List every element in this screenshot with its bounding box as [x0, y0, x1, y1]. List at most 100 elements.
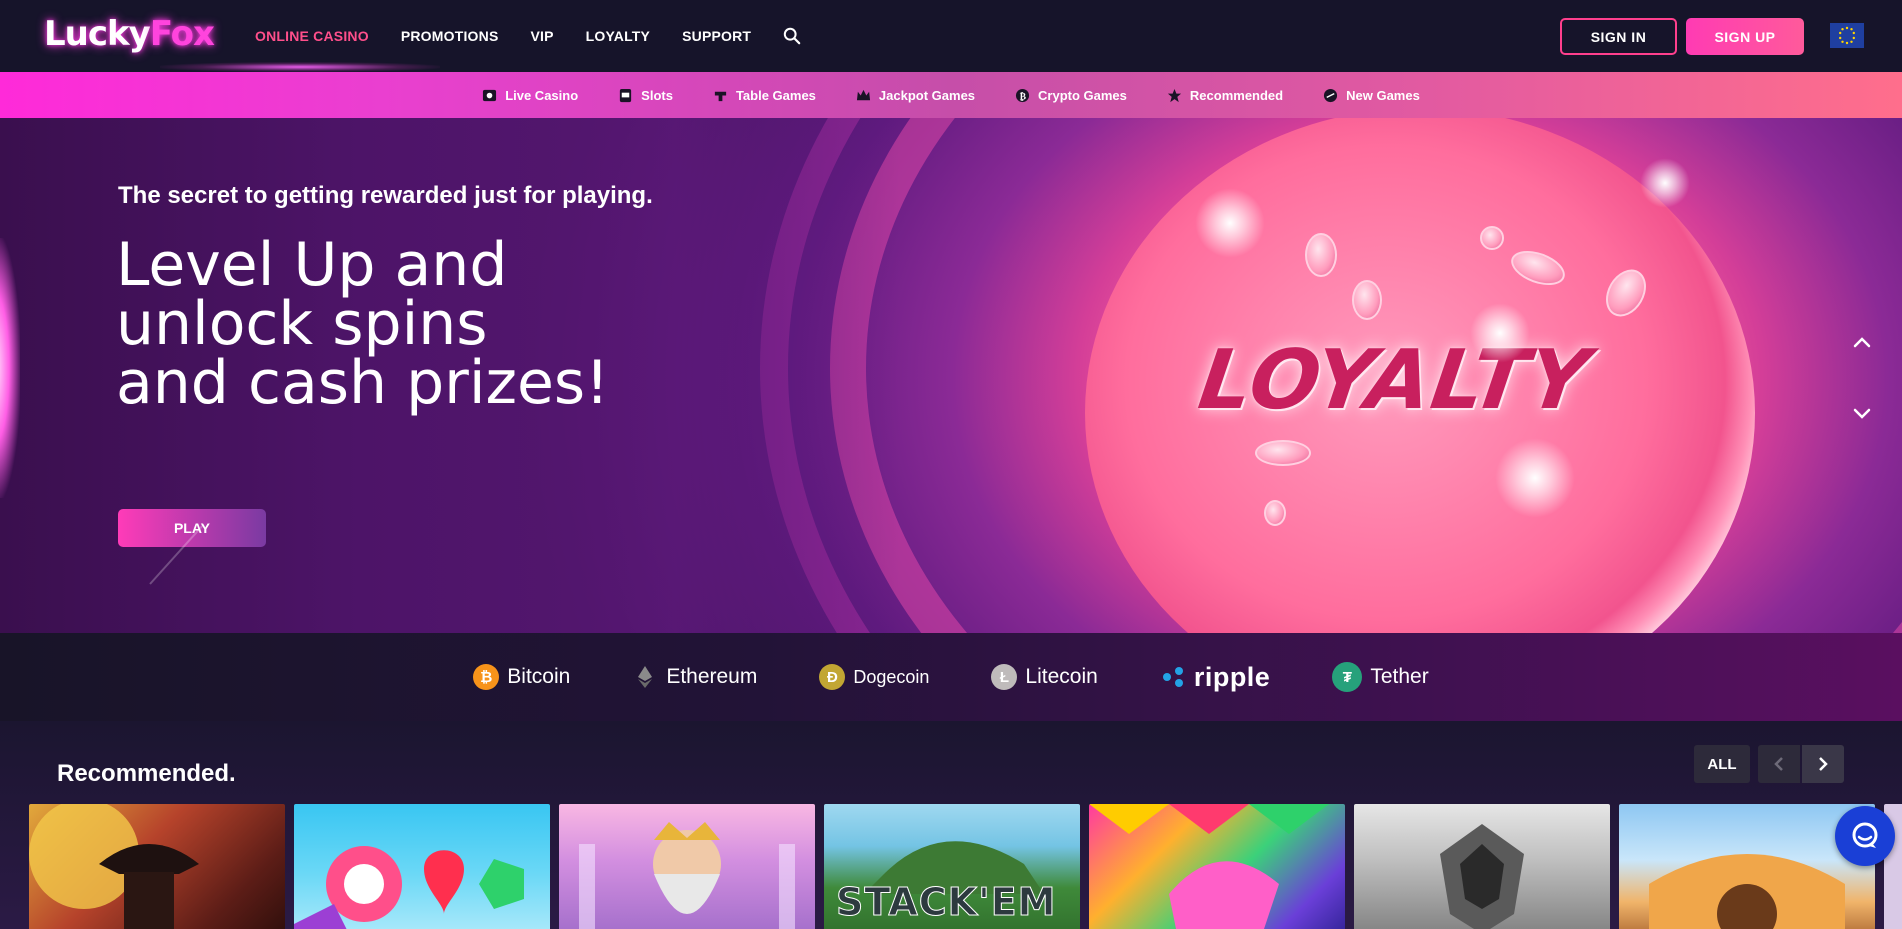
game-tile-5[interactable] [1089, 804, 1345, 929]
hero-title-line: and cash prizes! [116, 348, 610, 418]
nav-online-casino[interactable]: ONLINE CASINO [255, 28, 369, 44]
main-nav: ONLINE CASINO PROMOTIONS VIP LOYALTY SUP… [255, 0, 801, 72]
bear-artwork [1649, 854, 1845, 929]
tether-icon: ₮ [1332, 662, 1363, 692]
crypto-ripple: ripple [1160, 662, 1271, 693]
top-header: LuckyFox ONLINE CASINO PROMOTIONS VIP LO… [0, 0, 1902, 72]
search-icon[interactable] [783, 27, 801, 45]
category-label: Slots [641, 87, 673, 103]
crypto-dogecoin: Ð Dogecoin [819, 664, 929, 690]
hero-title-line: unlock spins [116, 289, 488, 359]
bitcoin-icon: ₿ [473, 664, 500, 690]
pinata-artwork [1089, 804, 1329, 929]
category-label: New Games [1346, 87, 1420, 103]
mini-coin [1305, 233, 1337, 277]
live-chat-button[interactable] [1835, 806, 1895, 866]
category-label: Recommended [1189, 87, 1284, 103]
hero-subtitle: The secret to getting rewarded just for … [118, 182, 653, 209]
crypto-icon: ₿ [1015, 88, 1030, 102]
logo-text-lucky: Lucky [44, 14, 151, 54]
hero-left-glow [0, 238, 20, 498]
game-tile-2[interactable] [294, 804, 550, 929]
nav-support[interactable]: SUPPORT [682, 28, 751, 44]
nav-loyalty[interactable]: LOYALTY [586, 28, 650, 44]
ripple-icon [1162, 667, 1183, 687]
crypto-label: Ethereum [666, 665, 758, 688]
category-label: Live Casino [505, 87, 579, 103]
mini-coin [1352, 280, 1382, 320]
eu-flag-icon[interactable] [1830, 23, 1864, 48]
sparkle [1470, 303, 1530, 363]
category-label: Crypto Games [1038, 87, 1127, 103]
nav-promotions[interactable]: PROMOTIONS [401, 28, 499, 44]
crypto-label: Tether [1370, 665, 1429, 688]
sparkle [1640, 158, 1690, 208]
mini-coin [1480, 226, 1504, 250]
crypto-label: ripple [1193, 661, 1271, 692]
crypto-tether: ₮ Tether [1332, 662, 1429, 692]
hero-title: Level Up and unlock spins and cash prize… [116, 230, 716, 418]
game-tile-title: STACK'EM [836, 880, 1057, 925]
category-jackpot-games[interactable]: Jackpot Games [856, 88, 975, 103]
game-tiles: STACK'EM [29, 804, 1902, 929]
recommended-title: Recommended. [57, 760, 236, 787]
sparkle [1495, 438, 1575, 518]
luckyfox-logo[interactable]: LuckyFox [44, 14, 215, 54]
page: LuckyFox ONLINE CASINO PROMOTIONS VIP LO… [0, 0, 1902, 929]
litecoin-icon: Ł [991, 664, 1018, 690]
category-crypto-games[interactable]: ₿ Crypto Games [1015, 88, 1127, 103]
crypto-bar: ₿ Bitcoin Ethereum Ð Dogecoin Ł Litecoin… [0, 633, 1902, 721]
svg-text:₿: ₿ [1020, 90, 1026, 102]
hero-title-line: Level Up and [116, 230, 508, 300]
play-button[interactable]: PLAY [118, 509, 266, 547]
dogecoin-icon: Ð [819, 664, 846, 690]
game-tile-3[interactable] [559, 804, 815, 929]
game-tile-7[interactable] [1619, 804, 1875, 929]
zeus-artwork [579, 822, 795, 929]
recommended-section: Recommended. ALL STACK'EM [0, 721, 1902, 929]
crypto-label: Dogecoin [853, 666, 930, 687]
category-table-games[interactable]: Table Games [713, 88, 816, 103]
crypto-litecoin: Ł Litecoin [991, 664, 1098, 690]
mini-coin [1264, 500, 1286, 526]
star-icon [1167, 88, 1181, 102]
carousel-prev-button[interactable] [1758, 745, 1800, 783]
sign-up-button[interactable]: SIGN UP [1686, 18, 1804, 55]
chevron-left-icon [1774, 757, 1783, 771]
logo-text-fox: Fox [149, 14, 215, 54]
jackpot-icon [856, 89, 870, 100]
nav-vip[interactable]: VIP [531, 28, 554, 44]
game-tile-1[interactable] [29, 804, 285, 929]
category-new-games[interactable]: New Games [1323, 88, 1420, 103]
new-games-icon [1324, 88, 1338, 102]
sign-in-button[interactable]: SIGN IN [1560, 18, 1677, 55]
crypto-label: Litecoin [1025, 665, 1098, 688]
game-tile-6[interactable] [1354, 804, 1610, 929]
chevron-down-icon[interactable] [1851, 402, 1873, 424]
category-slots[interactable]: Slots [618, 88, 673, 103]
slots-icon [620, 88, 632, 102]
view-all-button[interactable]: ALL [1694, 745, 1750, 783]
category-bar: Live Casino Slots Table Games Jackpot Ga… [0, 72, 1902, 118]
chat-bubble-icon [1852, 822, 1878, 848]
category-label: Jackpot Games [878, 87, 976, 103]
chevron-right-icon [1819, 757, 1828, 771]
candy-artwork [294, 846, 524, 929]
carousel-next-button[interactable] [1802, 745, 1844, 783]
cowboy-artwork [29, 804, 199, 929]
hero-banner: LOYALTY The secret to getting rewarded j… [0, 118, 1902, 633]
mini-coin [1255, 440, 1311, 466]
table-games-icon [714, 91, 727, 101]
game-tile-4[interactable]: STACK'EM [824, 804, 1080, 929]
crypto-bitcoin: ₿ Bitcoin [473, 664, 570, 690]
category-label: Table Games [735, 87, 816, 103]
category-recommended[interactable]: Recommended [1167, 88, 1283, 103]
category-live-casino[interactable]: Live Casino [482, 88, 578, 103]
warrior-artwork [1440, 824, 1524, 929]
loyalty-image-text: LOYALTY [1193, 333, 1596, 428]
ethereum-icon [638, 666, 653, 688]
live-casino-icon [483, 89, 497, 101]
sparkle [1195, 188, 1265, 258]
chevron-up-icon[interactable] [1851, 332, 1873, 354]
crypto-label: Bitcoin [507, 665, 571, 688]
